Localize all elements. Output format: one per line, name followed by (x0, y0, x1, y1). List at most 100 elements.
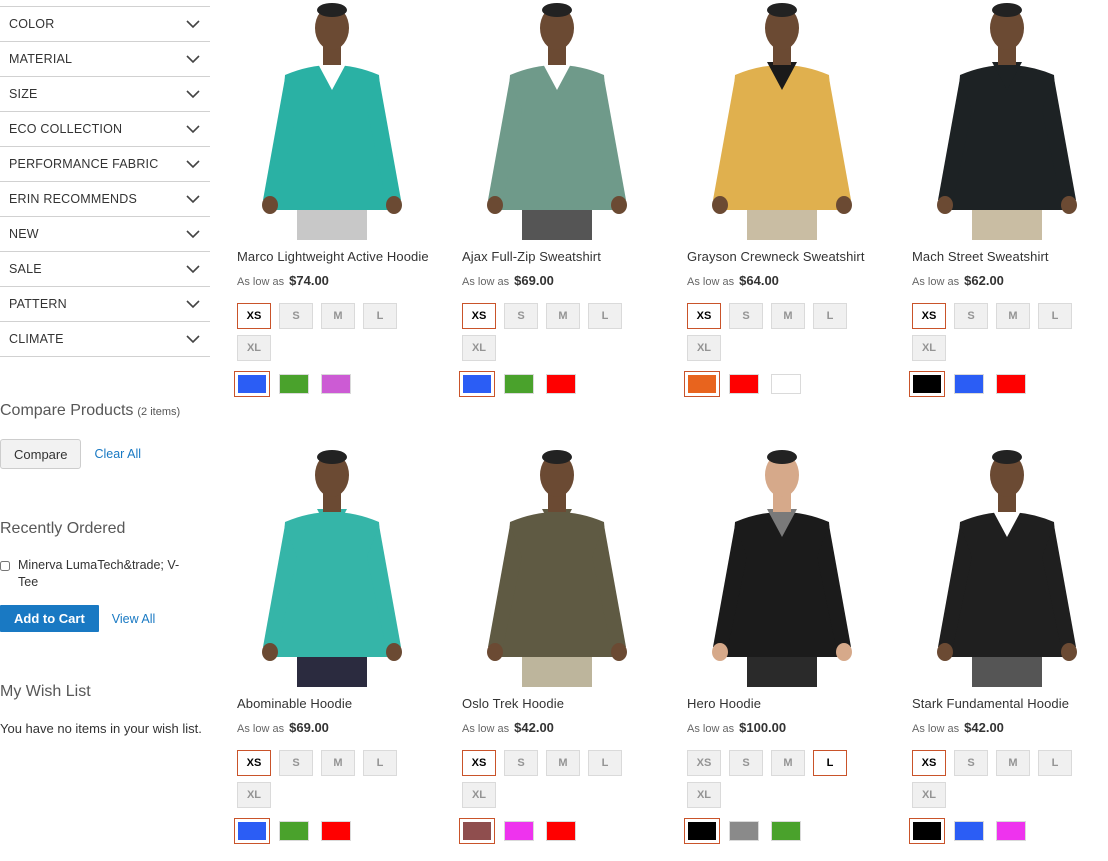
size-option-m[interactable]: M (996, 303, 1030, 329)
size-option-l[interactable]: L (1038, 303, 1072, 329)
size-option-xl[interactable]: XL (912, 335, 946, 361)
size-option-l[interactable]: L (813, 750, 847, 776)
product-card: Grayson Crewneck Sweatshirt As low as $64… (675, 0, 890, 397)
size-option-s[interactable]: S (954, 750, 988, 776)
product-image[interactable] (900, 447, 1108, 687)
product-image[interactable] (225, 0, 440, 240)
product-name[interactable]: Oslo Trek Hoodie (462, 696, 665, 711)
chevron-down-icon (186, 90, 200, 99)
color-swatch[interactable] (279, 821, 309, 841)
size-option-s[interactable]: S (504, 303, 538, 329)
size-option-xs[interactable]: XS (462, 750, 496, 776)
chevron-down-icon (186, 160, 200, 169)
size-option-s[interactable]: S (504, 750, 538, 776)
color-swatch[interactable] (954, 374, 984, 394)
filter-material[interactable]: MATERIAL (0, 42, 210, 77)
size-option-m[interactable]: M (771, 750, 805, 776)
color-swatch[interactable] (321, 821, 351, 841)
size-option-xl[interactable]: XL (237, 335, 271, 361)
product-name[interactable]: Hero Hoodie (687, 696, 890, 711)
filter-eco-collection[interactable]: ECO COLLECTION (0, 112, 210, 147)
product-image[interactable] (450, 0, 665, 240)
size-option-xl[interactable]: XL (237, 782, 271, 808)
color-swatch[interactable] (729, 821, 759, 841)
color-swatch[interactable] (771, 821, 801, 841)
color-swatch[interactable] (954, 821, 984, 841)
size-option-xl[interactable]: XL (912, 782, 946, 808)
product-name[interactable]: Abominable Hoodie (237, 696, 440, 711)
product-name[interactable]: Stark Fundamental Hoodie (912, 696, 1108, 711)
product-name[interactable]: Mach Street Sweatshirt (912, 249, 1108, 264)
product-image[interactable] (900, 0, 1108, 240)
product-name[interactable]: Marco Lightweight Active Hoodie (237, 249, 440, 264)
size-option-s[interactable]: S (279, 303, 313, 329)
product-image[interactable] (225, 447, 440, 687)
color-swatch[interactable] (996, 821, 1026, 841)
filter-erin-recommends[interactable]: ERIN RECOMMENDS (0, 182, 210, 217)
filter-label: NEW (9, 227, 39, 241)
color-swatch[interactable] (909, 818, 945, 844)
compare-button[interactable]: Compare (0, 439, 82, 469)
size-option-l[interactable]: L (588, 750, 622, 776)
clear-all-link[interactable]: Clear All (94, 447, 141, 461)
size-option-l[interactable]: L (363, 750, 397, 776)
recent-item-checkbox[interactable] (0, 561, 10, 571)
filter-climate[interactable]: CLIMATE (0, 322, 210, 357)
size-option-m[interactable]: M (771, 303, 805, 329)
color-swatch[interactable] (546, 821, 576, 841)
add-to-cart-button[interactable]: Add to Cart (0, 605, 99, 632)
filter-performance-fabric[interactable]: PERFORMANCE FABRIC (0, 147, 210, 182)
product-price: $42.00 (514, 720, 554, 735)
product-name[interactable]: Ajax Full-Zip Sweatshirt (462, 249, 665, 264)
size-option-xs[interactable]: XS (462, 303, 496, 329)
size-option-l[interactable]: L (363, 303, 397, 329)
filter-sale[interactable]: SALE (0, 252, 210, 287)
size-option-xs[interactable]: XS (237, 750, 271, 776)
size-option-s[interactable]: S (729, 750, 763, 776)
product-image[interactable] (675, 447, 890, 687)
size-option-s[interactable]: S (279, 750, 313, 776)
color-swatch[interactable] (729, 374, 759, 394)
size-option-xs[interactable]: XS (687, 750, 721, 776)
size-option-m[interactable]: M (996, 750, 1030, 776)
color-swatch[interactable] (504, 821, 534, 841)
size-option-s[interactable]: S (954, 303, 988, 329)
color-swatch[interactable] (234, 818, 270, 844)
filter-pattern[interactable]: PATTERN (0, 287, 210, 322)
color-swatch[interactable] (459, 818, 495, 844)
size-option-s[interactable]: S (729, 303, 763, 329)
product-image[interactable] (450, 447, 665, 687)
size-option-xl[interactable]: XL (462, 335, 496, 361)
size-option-m[interactable]: M (321, 303, 355, 329)
filter-color[interactable]: COLOR (0, 7, 210, 42)
color-swatch[interactable] (321, 374, 351, 394)
size-option-l[interactable]: L (813, 303, 847, 329)
size-option-l[interactable]: L (1038, 750, 1072, 776)
color-swatch[interactable] (279, 374, 309, 394)
size-option-xs[interactable]: XS (912, 750, 946, 776)
color-swatch[interactable] (684, 371, 720, 397)
size-option-m[interactable]: M (546, 750, 580, 776)
size-option-xs[interactable]: XS (237, 303, 271, 329)
size-option-xl[interactable]: XL (687, 782, 721, 808)
view-all-link[interactable]: View All (112, 612, 156, 626)
color-swatch[interactable] (234, 371, 270, 397)
color-swatch[interactable] (996, 374, 1026, 394)
color-swatch[interactable] (504, 374, 534, 394)
size-option-xs[interactable]: XS (912, 303, 946, 329)
filter-new[interactable]: NEW (0, 217, 210, 252)
size-option-m[interactable]: M (546, 303, 580, 329)
color-swatch[interactable] (459, 371, 495, 397)
filter-size[interactable]: SIZE (0, 77, 210, 112)
color-swatch[interactable] (909, 371, 945, 397)
color-swatch[interactable] (771, 374, 801, 394)
size-option-xs[interactable]: XS (687, 303, 721, 329)
product-image[interactable] (675, 0, 890, 240)
color-swatch[interactable] (684, 818, 720, 844)
product-name[interactable]: Grayson Crewneck Sweatshirt (687, 249, 890, 264)
size-option-l[interactable]: L (588, 303, 622, 329)
size-option-xl[interactable]: XL (462, 782, 496, 808)
size-option-m[interactable]: M (321, 750, 355, 776)
size-option-xl[interactable]: XL (687, 335, 721, 361)
color-swatch[interactable] (546, 374, 576, 394)
